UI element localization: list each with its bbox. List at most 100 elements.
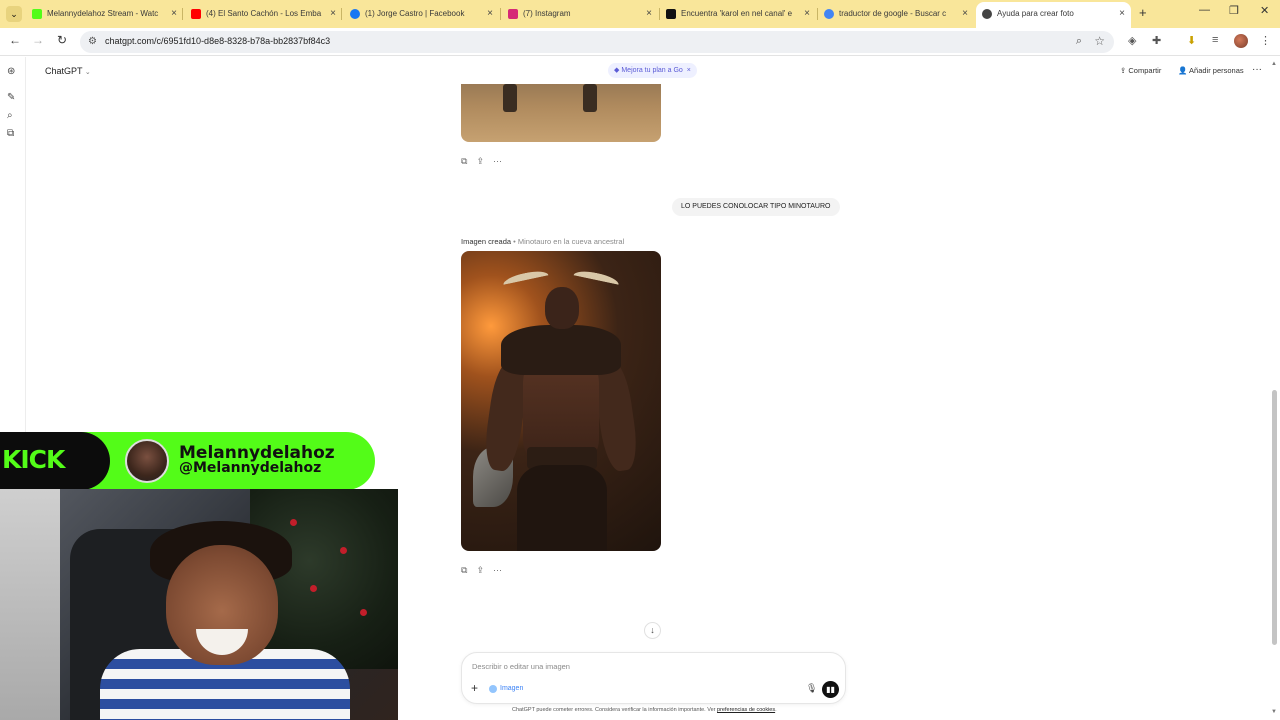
minimize-icon[interactable]: —	[1199, 4, 1210, 16]
tab-divider	[659, 8, 660, 20]
cookie-preferences-link[interactable]: preferencias de cookies	[717, 707, 775, 713]
model-name: ChatGPT	[45, 66, 83, 76]
image-detail	[545, 287, 579, 329]
mic-icon[interactable]: 🎙	[806, 683, 817, 694]
bookmark-star-icon[interactable]: ☆	[1094, 34, 1105, 48]
kick-favicon-icon	[32, 9, 42, 19]
new-chat-icon[interactable]: ✎	[7, 92, 15, 103]
image-detail	[572, 268, 620, 292]
voice-mode-icon[interactable]: ▮▮	[822, 681, 839, 698]
scroll-down-arrow-icon[interactable]: ▼	[1271, 709, 1277, 715]
maximize-icon[interactable]: ❐	[1229, 4, 1239, 17]
chatgpt-favicon-icon	[982, 9, 992, 19]
webcam-detail	[290, 519, 297, 526]
tab-divider	[817, 8, 818, 20]
webcam-detail	[340, 547, 347, 554]
image-detail	[583, 84, 597, 112]
image-detail	[501, 325, 621, 375]
close-icon[interactable]: ×	[685, 67, 691, 74]
user-message: LO PUEDES CONOLOCAR TIPO MINOTAURO	[672, 198, 840, 216]
copy-icon[interactable]: ⧉	[461, 565, 467, 575]
window-close-icon[interactable]: ✕	[1260, 4, 1269, 17]
webcam-detail	[310, 585, 317, 592]
tab-google[interactable]: traductor de google - Buscar c ×	[824, 4, 968, 24]
library-icon[interactable]: ⧉	[7, 128, 14, 139]
share-icon: ⇪	[1120, 66, 1127, 75]
more-icon[interactable]: ···	[1252, 64, 1262, 75]
close-icon[interactable]: ×	[962, 4, 968, 24]
browser-toolbar: ← → ↻ ⚙ chatgpt.com/c/6951fd10-d8e8-8328…	[0, 28, 1280, 56]
browser-menu-icon[interactable]: ⋮	[1260, 34, 1271, 47]
message-actions: ⧉ ⇪ ···	[461, 565, 511, 576]
add-people-button[interactable]: 👤 Añadir personas	[1178, 66, 1244, 75]
shield-extension-icon[interactable]: ◈	[1128, 34, 1136, 47]
more-icon[interactable]: ···	[493, 156, 502, 166]
webcam-feed	[0, 489, 398, 720]
streamer-avatar	[125, 439, 169, 483]
copy-icon[interactable]: ⧉	[461, 156, 467, 166]
image-tool-chip[interactable]: Imagen	[486, 683, 527, 695]
address-bar[interactable]: ⚙ chatgpt.com/c/6951fd10-d8e8-8328-b78a-…	[80, 31, 1114, 53]
share-icon[interactable]: ⇪	[476, 565, 484, 575]
tiktok-favicon-icon	[666, 9, 676, 19]
tab-search-icon[interactable]: ⌄	[6, 6, 22, 22]
webcam-detail	[0, 489, 60, 720]
media-control-icon[interactable]: ≡	[1212, 34, 1218, 46]
download-icon[interactable]: ⬇	[1187, 34, 1196, 47]
tab-tiktok[interactable]: Encuentra 'karol en nel canal' e ×	[666, 4, 810, 24]
close-icon[interactable]: ×	[1119, 2, 1125, 26]
upgrade-pill[interactable]: ◆ Mejora tu plan a Go ×	[608, 63, 697, 78]
kick-logo: KICK	[2, 445, 65, 474]
url-text[interactable]: chatgpt.com/c/6951fd10-d8e8-8328-b78a-bb…	[105, 36, 330, 46]
generated-image-minotaur[interactable]	[461, 251, 661, 551]
close-icon[interactable]: ×	[330, 4, 336, 24]
message-actions: ⧉ ⇪ ···	[461, 156, 511, 167]
site-info-icon[interactable]: ⚙	[88, 36, 97, 47]
youtube-favicon-icon	[191, 9, 201, 19]
close-icon[interactable]: ×	[487, 4, 493, 24]
prompt-input[interactable]: Describir o editar una imagen	[472, 662, 570, 671]
close-icon[interactable]: ×	[171, 4, 177, 24]
image-tool-icon	[489, 685, 497, 693]
arrow-down-icon[interactable]: ↓	[644, 622, 661, 639]
tab-chatgpt-active[interactable]: Ayuda para crear foto ×	[976, 2, 1131, 28]
image-detail	[502, 268, 550, 292]
generated-image-previous[interactable]	[461, 84, 661, 142]
add-person-icon: 👤	[1178, 66, 1188, 75]
tab-instagram[interactable]: (7) Instagram ×	[508, 4, 652, 24]
more-icon[interactable]: ···	[493, 565, 502, 575]
tab-facebook[interactable]: (1) Jorge Castro | Facebook ×	[350, 4, 493, 24]
chevron-down-icon: ⌄	[84, 69, 91, 76]
image-detail	[503, 84, 517, 112]
tab-divider	[500, 8, 501, 20]
forward-icon[interactable]: →	[30, 33, 46, 47]
search-icon[interactable]: ⌕	[7, 110, 13, 121]
new-tab-button[interactable]: +	[1139, 5, 1147, 20]
share-button[interactable]: ⇪ Compartir	[1120, 66, 1161, 75]
streamer-handle: @Melannydelahoz	[179, 460, 322, 476]
tab-youtube[interactable]: (4) El Santo Cachón - Los Emba ×	[191, 4, 336, 24]
instagram-favicon-icon	[508, 9, 518, 19]
extensions-puzzle-icon[interactable]: ✚	[1152, 34, 1161, 47]
plus-icon[interactable]: +	[471, 681, 478, 695]
tab-kick-stream[interactable]: Melannydelahoz Stream - Watc ×	[32, 4, 177, 24]
browser-tab-strip: ⌄ Melannydelahoz Stream - Watc × (4) El …	[0, 0, 1280, 28]
image-caption: Imagen creada • Minotauro en la cueva an…	[461, 237, 625, 246]
profile-avatar[interactable]	[1234, 34, 1248, 48]
close-icon[interactable]: ×	[646, 4, 652, 24]
webcam-detail	[360, 609, 367, 616]
sparkle-icon: ◆	[614, 67, 620, 74]
image-detail	[517, 465, 607, 551]
scrollbar-thumb[interactable]	[1272, 390, 1277, 645]
model-selector[interactable]: ChatGPT ⌄	[45, 66, 91, 76]
tab-divider	[341, 8, 342, 20]
back-icon[interactable]: ←	[7, 33, 23, 47]
scroll-up-icon[interactable]: ▲	[1271, 61, 1277, 67]
tab-divider	[182, 8, 183, 20]
zoom-icon[interactable]: ⌕	[1076, 35, 1082, 48]
close-icon[interactable]: ×	[804, 4, 810, 24]
google-favicon-icon	[824, 9, 834, 19]
reload-icon[interactable]: ↻	[54, 33, 70, 47]
openai-logo-icon[interactable]: ⊛	[7, 66, 15, 77]
share-icon[interactable]: ⇪	[476, 156, 484, 166]
